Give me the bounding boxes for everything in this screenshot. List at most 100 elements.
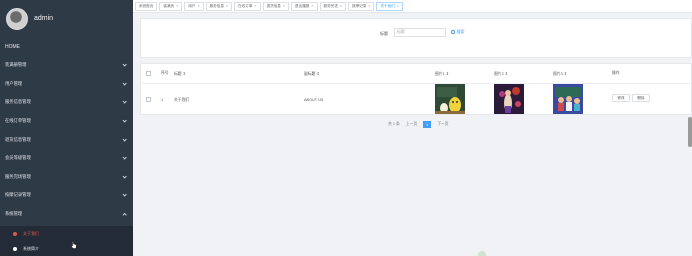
row-title: 关于我们 [174, 98, 190, 102]
sidebar-item-label: 按摩记录管理 [5, 192, 31, 198]
close-icon[interactable]: × [368, 4, 370, 8]
bullet-icon [13, 231, 17, 236]
close-icon[interactable]: × [397, 4, 399, 8]
tab[interactable]: 服务信息 × [205, 1, 233, 11]
scrollbar-thumb[interactable] [688, 117, 692, 147]
select-all-checkbox[interactable] [146, 71, 151, 76]
pointer-cursor-icon [71, 241, 77, 250]
close-icon[interactable]: × [176, 4, 178, 8]
edit-button[interactable]: 修改 [612, 94, 630, 102]
header-subtitle[interactable]: 副标题 ⇕ [304, 71, 320, 77]
sidebar-item[interactable]: 会员等级管理 [0, 149, 133, 168]
sidebar-item-label: 服务完场管理 [5, 173, 31, 179]
tab[interactable]: 关于我们 × [376, 1, 403, 11]
pagination: 共 1 条 上一页 1 下一页 [388, 121, 455, 128]
thumbnail-image-2 [494, 84, 524, 114]
sidebar-item[interactable]: 装满册管理 [0, 56, 133, 75]
sidebar-item-label: 退货信息管理 [5, 136, 31, 142]
submenu: 关于我们 系统简介 [0, 226, 133, 256]
tab-label: 退出播报 [295, 3, 310, 8]
tab[interactable]: 退货信息 × [262, 1, 290, 11]
submenu-item[interactable]: 系统简介 [0, 241, 133, 256]
tab[interactable]: 服务完进 × [319, 1, 346, 11]
chevron-down-icon [122, 100, 126, 104]
chevron-up-icon [122, 212, 126, 216]
close-icon[interactable]: × [340, 4, 342, 8]
sidebar-item[interactable]: 按摩记录管理 [0, 186, 133, 205]
tab-label: 装满页 [163, 3, 175, 8]
thumbnail-image-1 [435, 84, 465, 114]
thumbnail-image-3 [553, 84, 583, 114]
tab[interactable]: 系统首页 [135, 1, 158, 11]
tab-label: 服务完进 [323, 3, 338, 8]
close-icon[interactable]: × [311, 4, 313, 8]
sidebar-item[interactable]: 系统管理 [0, 205, 133, 224]
tab-label: 服务信息 [209, 3, 224, 8]
floating-indicator [478, 251, 486, 256]
sidebar-item-label: 系统管理 [5, 211, 23, 217]
tab-label: 在线订单 [238, 3, 253, 8]
avatar[interactable] [6, 7, 28, 30]
chevron-down-icon [122, 175, 126, 179]
sidebar: admin HOME 装满册管理用户管理服务信息管理 在线订单管理 退货信息管理 会员… [0, 0, 133, 256]
sidebar-item-label: 服务信息管理 [5, 99, 31, 105]
delete-button[interactable]: 删除 [632, 94, 650, 102]
pagination-current-page[interactable]: 1 [423, 121, 432, 128]
row-checkbox[interactable] [146, 97, 151, 102]
search-input[interactable]: 标题 [394, 28, 446, 37]
pagination-prev[interactable]: 上一页 [406, 122, 417, 127]
close-icon[interactable]: × [197, 4, 199, 8]
sidebar-item[interactable]: 服务信息管理 [0, 93, 133, 112]
sidebar-item-label: 装满册管理 [5, 62, 27, 68]
row-subtitle: ABOUT US [304, 98, 324, 102]
tab-bar: 系统首页 装满页 × 用户 × 服务信息 × 在线订单 × 退货信息 × 退出播报 × 服务完进 × 按摩记录… [133, 0, 692, 13]
header-pic3[interactable]: 图片3 ⇕ [553, 71, 567, 77]
data-table: 序号 标题 ⇕ 副标题 ⇕ 图片1 ⇕ 图片2 ⇕ 图片3 ⇕ 操作 1 关于我… [140, 63, 692, 115]
search-label: 标题 [380, 31, 388, 36]
tab[interactable]: 退出播报 × [291, 1, 318, 11]
chevron-down-icon [122, 156, 126, 160]
close-icon[interactable]: × [283, 4, 285, 8]
tab[interactable]: 按摩记录 × [347, 1, 375, 11]
tab[interactable]: 用户 × [184, 1, 204, 11]
chevron-down-icon [122, 193, 126, 197]
tab-label: 退货信息 [266, 3, 281, 8]
menu-home[interactable]: HOME [0, 37, 133, 56]
search-button-label: 搜索 [456, 29, 465, 34]
pagination-next[interactable]: 下一页 [437, 122, 448, 127]
search-button[interactable]: 搜索 [451, 29, 465, 35]
chevron-down-icon [122, 82, 126, 86]
tab[interactable]: 装满页 × [159, 1, 183, 11]
row-index: 1 [161, 98, 164, 102]
sidebar-item-label: 会员等级管理 [5, 155, 31, 161]
header-pic1[interactable]: 图片1 ⇕ [435, 71, 449, 77]
close-icon[interactable]: × [254, 4, 256, 8]
pagination-total: 共 1 条 [388, 122, 400, 126]
sidebar-item-label: 在线订单管理 [5, 118, 31, 124]
search-icon [451, 30, 455, 34]
chevron-down-icon [122, 138, 126, 142]
submenu-item-label: 关于我们 [23, 230, 39, 236]
sidebar-item[interactable]: 在线订单管理 [0, 112, 133, 131]
sidebar-item[interactable]: 服务完场管理 [0, 168, 133, 187]
sidebar-item[interactable]: 退货信息管理 [0, 130, 133, 149]
tab-label: 按摩记录 [351, 3, 367, 8]
bullet-icon [13, 246, 17, 251]
search-panel: 标题 标题 搜索 [140, 18, 692, 58]
tab-label: 关于我们 [380, 3, 395, 8]
header-index: 序号 [161, 71, 169, 75]
tab-label: 系统首页 [139, 3, 154, 8]
tab-label: 用户 [188, 3, 196, 8]
submenu-item[interactable]: 关于我们 [0, 226, 133, 241]
tab[interactable]: 在线订单 × [234, 1, 261, 11]
sidebar-item[interactable]: 用户管理 [0, 75, 133, 94]
header-pic2[interactable]: 图片2 ⇕ [494, 71, 508, 77]
sidebar-item-label: 用户管理 [5, 80, 23, 86]
username: admin [34, 15, 54, 22]
chevron-down-icon [122, 63, 126, 67]
header-ops: 操作 [612, 71, 620, 75]
close-icon[interactable]: × [226, 4, 228, 8]
header-title[interactable]: 标题 ⇕ [174, 71, 186, 77]
chevron-down-icon [122, 119, 126, 123]
submenu-item-label: 系统简介 [23, 245, 39, 251]
